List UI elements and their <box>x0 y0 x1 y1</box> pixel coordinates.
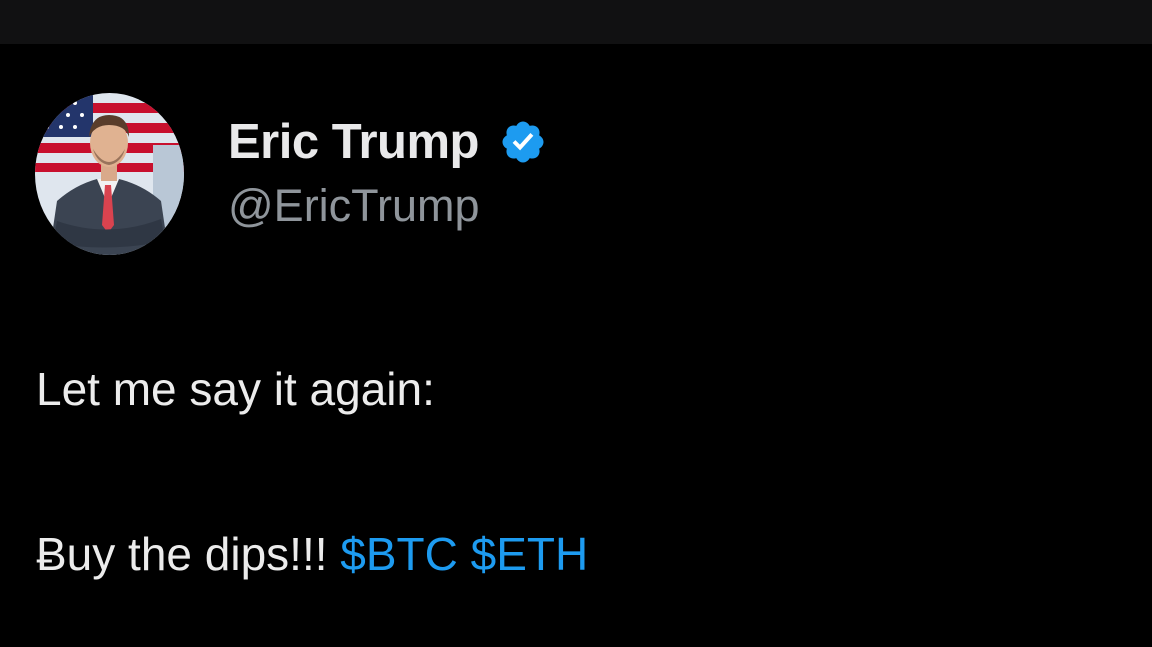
cashtag-link-btc[interactable]: $BTC <box>340 528 458 580</box>
tweet-text-line: Let me say it again: <box>36 363 435 415</box>
top-bar <box>0 0 1152 44</box>
avatar-photo <box>35 93 184 255</box>
tweet-text-line: Ƀuy the dips!!! $BTC $ETH <box>36 527 588 581</box>
author-display-name[interactable]: Eric Trump <box>228 114 479 170</box>
verified-badge-icon[interactable] <box>499 118 547 166</box>
tweet-card: Eric Trump @EricTrump Let me say it agai… <box>0 44 1152 647</box>
cashtag-link-eth[interactable]: $ETH <box>471 528 589 580</box>
author-handle[interactable]: @EricTrump <box>228 180 480 232</box>
author-name-row: Eric Trump <box>228 112 547 172</box>
tweet-text: Ƀuy the dips!!! <box>36 528 328 580</box>
avatar[interactable] <box>35 93 184 255</box>
